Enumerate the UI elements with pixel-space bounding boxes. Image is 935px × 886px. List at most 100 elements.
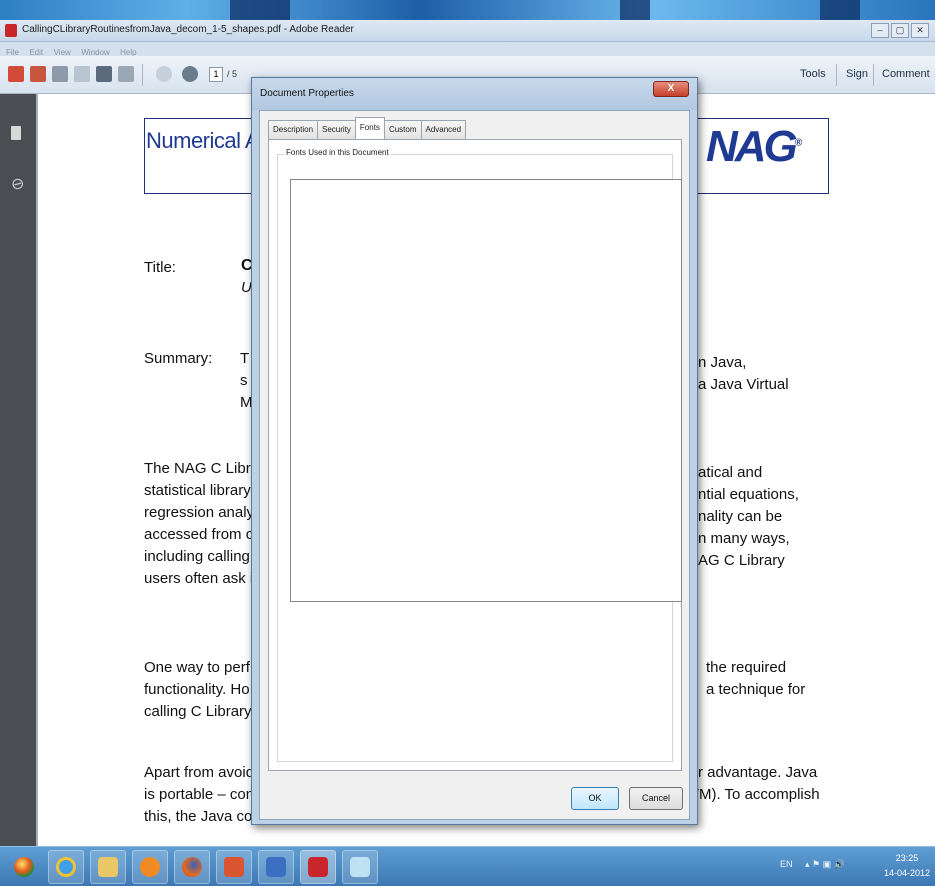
summary-text-line: s	[240, 372, 248, 389]
fonts-list[interactable]	[290, 179, 682, 602]
combine-pdf-icon[interactable]	[30, 66, 46, 82]
paragraph-line: ntial equations,	[698, 486, 799, 503]
menubar: File Edit View Window Help	[0, 42, 935, 57]
paragraph-line: functionality. Ho	[144, 681, 250, 698]
summary-text-line: T	[240, 350, 250, 367]
window-titlebar[interactable]: CallingCLibraryRoutinesfromJava_decom_1-…	[0, 20, 935, 42]
paragraph-line: including calling	[144, 548, 250, 565]
minimize-button[interactable]: –	[871, 23, 889, 38]
page-thumbnails-icon[interactable]	[11, 126, 21, 140]
document-properties-dialog: Document Properties X Description Securi…	[251, 77, 698, 825]
clock-date: 14-04-2012	[883, 868, 931, 878]
desktop-wallpaper-streak	[620, 0, 650, 20]
toolbar-separator	[142, 64, 143, 86]
dialog-title: Document Properties	[260, 88, 354, 99]
fonts-used-group: Fonts Used in this Document	[277, 148, 682, 762]
edit-icon[interactable]	[52, 66, 68, 82]
taskbar-notepad[interactable]	[342, 850, 378, 884]
dialog-tabs: Description Security Fonts Custom Advanc…	[268, 117, 467, 139]
adobe-reader-icon	[5, 24, 17, 37]
paragraph-line: AG C Library	[698, 552, 785, 569]
ok-button[interactable]: OK	[571, 787, 619, 810]
tab-custom[interactable]: Custom	[383, 120, 422, 139]
paragraph-line: nality can be	[698, 508, 783, 525]
paragraph-line: the required	[706, 659, 787, 676]
attachments-icon[interactable]: ⊘	[7, 172, 29, 196]
paragraph-line: accessed from c	[144, 526, 254, 543]
email-icon[interactable]	[118, 66, 134, 82]
start-button[interactable]	[6, 850, 42, 884]
internet-explorer-icon	[56, 857, 76, 877]
notepad-icon	[350, 857, 370, 877]
paragraph-line: atical and	[698, 464, 763, 481]
clock-time: 23:25	[895, 853, 919, 863]
taskbar-internet-explorer[interactable]	[48, 850, 84, 884]
summary-text-line: a Java Virtual	[698, 376, 789, 393]
previous-page-icon[interactable]	[156, 66, 172, 82]
word-icon	[266, 857, 286, 877]
tab-description[interactable]: Description	[268, 120, 319, 139]
folder-icon	[98, 857, 118, 877]
dialog-body: Description Security Fonts Custom Advanc…	[259, 110, 690, 820]
clock[interactable]: 23:25 14-04-2012	[882, 851, 932, 881]
tab-advanced[interactable]: Advanced	[420, 120, 467, 139]
toolbar-separator	[873, 64, 874, 86]
paragraph-line: Apart from avoid	[144, 764, 255, 781]
create-pdf-icon[interactable]	[8, 66, 24, 82]
page-total: / 5	[227, 69, 238, 79]
comment-button[interactable]: Comment	[882, 68, 930, 80]
fonts-used-label: Fonts Used in this Document	[284, 148, 391, 157]
maximize-button[interactable]: ▢	[891, 23, 909, 38]
taskbar-media-player[interactable]	[132, 850, 168, 884]
taskbar-firefox[interactable]	[174, 850, 210, 884]
paragraph-line: One way to perf	[144, 659, 250, 676]
dialog-titlebar[interactable]: Document Properties X	[252, 78, 697, 110]
window-title: CallingCLibraryRoutinesfromJava_decom_1-…	[22, 24, 354, 35]
cancel-button[interactable]: Cancel	[629, 787, 683, 810]
taskbar: EN ▴ ⚑ ▣ 🔊 23:25 14-04-2012	[0, 846, 935, 886]
window-controls: – ▢ ✕	[871, 23, 929, 38]
desktop-wallpaper-streak	[820, 0, 860, 20]
paragraph-line: calling C Library	[144, 703, 252, 720]
desktop-wallpaper-streak	[230, 0, 290, 20]
tools-button[interactable]: Tools	[800, 68, 826, 80]
sign-button[interactable]: Sign	[846, 68, 868, 80]
paragraph-line: a technique for	[706, 681, 806, 698]
taskbar-powerpoint[interactable]	[216, 850, 252, 884]
taskbar-file-explorer[interactable]	[90, 850, 126, 884]
adobe-reader-window: CallingCLibraryRoutinesfromJava_decom_1-…	[0, 20, 935, 846]
paragraph-line: n many ways,	[698, 530, 790, 547]
tray-icons[interactable]: ▴ ⚑ ▣ 🔊	[805, 859, 845, 869]
language-indicator[interactable]: EN	[780, 859, 793, 869]
next-page-icon[interactable]	[182, 66, 198, 82]
firefox-icon	[182, 857, 202, 877]
navigation-panel: ⊘	[0, 94, 36, 846]
nag-logo: NAG®	[706, 122, 802, 171]
paragraph-line: statistical library	[144, 482, 251, 499]
adobe-reader-taskbar-icon	[308, 857, 328, 877]
summary-label: Summary:	[144, 350, 213, 367]
paragraph-line: r advantage. Java	[698, 764, 818, 781]
summary-text-line: n Java,	[698, 354, 747, 371]
tab-security[interactable]: Security	[317, 120, 356, 139]
tab-fonts[interactable]: Fonts	[354, 117, 385, 139]
taskbar-word[interactable]	[258, 850, 294, 884]
page-number-input[interactable]: 1	[209, 67, 223, 82]
windows-start-icon	[14, 857, 34, 877]
dialog-close-button[interactable]: X	[653, 81, 689, 97]
toolbar-separator	[836, 64, 837, 86]
close-window-button[interactable]: ✕	[911, 23, 929, 38]
media-player-icon	[140, 857, 160, 877]
taskbar-adobe-reader[interactable]	[300, 850, 336, 884]
paragraph-line: regression analy	[144, 504, 255, 521]
title-label: Title:	[144, 259, 176, 276]
powerpoint-icon	[224, 857, 244, 877]
paragraph-line: The NAG C Libr	[144, 460, 251, 477]
print-icon[interactable]	[96, 66, 112, 82]
system-tray[interactable]: EN ▴ ⚑ ▣ 🔊	[780, 859, 845, 870]
save-icon[interactable]	[74, 66, 90, 82]
document-header-title: Numerical A	[146, 128, 260, 153]
desktop-background-strip	[0, 0, 935, 20]
paragraph-line: users often ask i	[144, 570, 254, 587]
fonts-tab-panel: Fonts Used in this Document	[268, 139, 682, 771]
